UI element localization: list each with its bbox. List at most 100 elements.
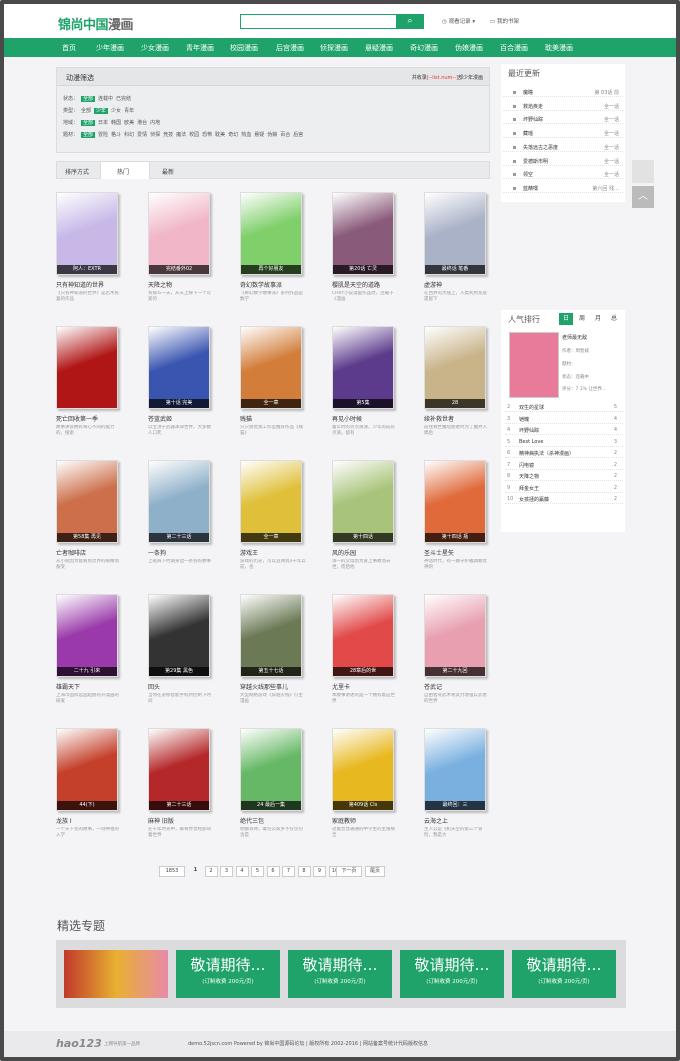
- rank-title[interactable]: 拜金女王: [519, 485, 539, 492]
- pager-page[interactable]: 2: [204, 866, 218, 877]
- filter-option[interactable]: 伪娘: [267, 132, 277, 138]
- topic-placeholder[interactable]: 敬请期待… (订制收费 200元/页): [288, 950, 392, 998]
- topic-banner[interactable]: [64, 950, 168, 998]
- comic-cover[interactable]: 第二十三话: [148, 728, 210, 811]
- filter-option[interactable]: 内地: [150, 120, 160, 126]
- comic-title[interactable]: 一条狗: [148, 548, 166, 557]
- comic-title[interactable]: 云海之上: [424, 816, 448, 825]
- comic-title[interactable]: 圣斗士星矢: [424, 548, 454, 557]
- comic-cover[interactable]: 全一章: [240, 326, 302, 409]
- comic-card[interactable]: 全一章 游戏王 游戏的历史，可以追溯到3千年以前，也: [240, 460, 306, 580]
- nav-item[interactable]: 百合漫画: [500, 43, 528, 53]
- comic-title[interactable]: 再见小时候: [332, 414, 362, 423]
- comic-card[interactable]: 死亡回收第一季 故事讲诉拥有将心不同的能力的，搜索: [56, 326, 122, 446]
- back-to-top-button[interactable]: ︿: [632, 186, 654, 208]
- comic-title[interactable]: 尤里卡: [332, 682, 350, 691]
- comic-card[interactable]: 全一章 贱猫 只只感觉我工作室推荐作品《贱猫》: [240, 326, 306, 446]
- pager-next[interactable]: 下一页: [336, 866, 362, 877]
- rank-item[interactable]: 2 双生的星球 5: [505, 401, 623, 412]
- comic-card[interactable]: 二十九 引來 雄霸天下 上海市国际远园超脱有开漫画的研发: [56, 594, 122, 714]
- rank-title[interactable]: 双生的星球: [519, 404, 544, 411]
- filter-option[interactable]: 日本: [98, 120, 108, 126]
- rank-item[interactable]: 5 Best Love 3: [505, 436, 623, 447]
- comic-title[interactable]: 雄霸天下: [56, 682, 80, 691]
- comic-card[interactable]: 最终回：三 云海之上 主人公是飞机天空的第三个冒险，我是大: [424, 728, 490, 848]
- filter-option[interactable]: 欧美: [124, 120, 134, 126]
- rank-title[interactable]: 女孩拯的赢藤: [519, 496, 549, 503]
- comic-card[interactable]: 第十四话 瓶圣斗士星矢 神话时代，有一群守护雅典娜女神的: [424, 460, 490, 580]
- comic-title[interactable]: 风的乐园: [332, 548, 356, 557]
- topic-placeholder[interactable]: 敬请期待… (订制收费 200元/页): [400, 950, 504, 998]
- rank-title[interactable]: 铠魄: [519, 416, 529, 423]
- filter-option[interactable]: 后宫: [293, 132, 303, 138]
- nav-item[interactable]: 悬疑漫画: [365, 43, 393, 53]
- update-item[interactable]: 魔瞳 第 03话 前: [503, 86, 623, 97]
- comic-cover[interactable]: 第十四话 瓶: [424, 460, 486, 543]
- comic-title[interactable]: 贱猫: [240, 414, 252, 423]
- comic-card[interactable]: 第五十七话 穿越火线那些事儿 大型网络游戏《穿越火线》衍生漫画: [240, 594, 306, 714]
- comic-card[interactable]: 第二十九回 苍武记 自由者背武术将武力增强以武者的世界: [424, 594, 490, 714]
- comic-cover[interactable]: 24 最后一集: [240, 728, 302, 811]
- comic-cover[interactable]: 第58集 再见: [56, 460, 118, 543]
- update-item[interactable]: 爱德斯市明 全一话: [503, 155, 623, 166]
- rank-item[interactable]: 10 女孩拯的赢藤 2: [505, 493, 623, 504]
- filter-option[interactable]: 恐怖: [202, 132, 212, 138]
- update-item[interactable]: 蓝精嘿 第六回 残…: [503, 182, 623, 193]
- update-name[interactable]: 领空: [523, 171, 533, 178]
- rank-item[interactable]: 9 拜金女王 2: [505, 482, 623, 493]
- rank-title[interactable]: 坏野仙踪: [519, 427, 539, 434]
- nav-item[interactable]: 校园漫画: [230, 43, 258, 53]
- comic-cover[interactable]: 第五十七话: [240, 594, 302, 677]
- watch-history-link[interactable]: ◷ 观看记录 ▾: [442, 17, 475, 25]
- comic-title[interactable]: 家庭教师: [332, 816, 356, 825]
- rank-tab[interactable]: 月: [591, 313, 605, 325]
- filter-option[interactable]: 少女: [111, 108, 121, 114]
- filter-option[interactable]: 校园: [189, 132, 199, 138]
- pager-page[interactable]: 1: [189, 866, 202, 877]
- comic-title[interactable]: 虚游神: [424, 280, 442, 289]
- comic-cover[interactable]: 28: [424, 326, 486, 409]
- comic-cover[interactable]: 再个好朋友: [240, 192, 302, 275]
- top-rank-cover[interactable]: [509, 332, 559, 398]
- update-item[interactable]: 失落远古之恶度 全一话: [503, 141, 623, 152]
- comic-title[interactable]: 麻神 旧版: [148, 816, 174, 825]
- filter-option[interactable]: 全部: [81, 108, 91, 114]
- comic-title[interactable]: 死亡回收第一季: [56, 414, 98, 423]
- my-shelf-link[interactable]: ▭ 我的书架: [490, 17, 519, 25]
- pager-page[interactable]: 8: [297, 866, 311, 877]
- rank-item[interactable]: 3 铠魄 4: [505, 413, 623, 424]
- filter-option[interactable]: 港台: [137, 120, 147, 126]
- comic-card[interactable]: 阿人：EXTR 只有神知道的世界 《只有神知道的世界》是若木民喜的作品: [56, 192, 122, 312]
- comic-card[interactable]: 28 续补救世者 前往救世魔塔使者时为了魔界人偶后: [424, 326, 490, 446]
- comic-cover[interactable]: 阿人：EXTR: [56, 192, 118, 275]
- pager-page[interactable]: 3: [220, 866, 233, 877]
- comic-cover[interactable]: 28章后的世: [332, 594, 394, 677]
- update-name[interactable]: 藏瑶: [523, 130, 533, 137]
- update-name[interactable]: 魔瞳: [523, 89, 533, 96]
- nav-item[interactable]: 奇幻漫画: [410, 43, 438, 53]
- comic-cover[interactable]: 最终回：三: [424, 728, 486, 811]
- pager-last[interactable]: 尾页: [365, 866, 385, 877]
- rank-item[interactable]: 7 闪电镜 2: [505, 459, 623, 470]
- filter-option[interactable]: 侦探: [150, 132, 160, 138]
- comic-card[interactable]: 第二十三话 一条狗 上班辞下时期身边一条狗的故事: [148, 460, 214, 580]
- comic-card[interactable]: 第5集 再见小时候 童年时的点点滴滴，少年的成长点滴，留有: [332, 326, 398, 446]
- comic-card[interactable]: 第29集 黑色 回头 当你在游移智能手机所控制下时间: [148, 594, 214, 714]
- comic-cover[interactable]: 二十九 引來: [56, 594, 118, 677]
- comic-card[interactable]: 第20话 亡灵 樱肌是天空的道路 CHRY小说漫画作品改，连载于《漫画: [332, 192, 398, 312]
- search-input[interactable]: [240, 14, 400, 29]
- comic-cover[interactable]: 第409话 Cls: [332, 728, 394, 811]
- comic-title[interactable]: 龙族 Ⅰ: [56, 816, 72, 825]
- filter-option[interactable]: 全部: [81, 132, 96, 138]
- comic-title[interactable]: 樱肌是天空的道路: [332, 280, 380, 289]
- rank-title[interactable]: 天降之物: [519, 473, 539, 480]
- comic-card[interactable]: 完结番外02 天降之物 有那么一天，从天上掉下一个可爱的: [148, 192, 214, 312]
- filter-option[interactable]: 百合: [280, 132, 290, 138]
- rank-item[interactable]: 8 天降之物 2: [505, 470, 623, 481]
- comic-cover[interactable]: 第十四话: [332, 460, 394, 543]
- nav-item[interactable]: 少年漫画: [96, 43, 124, 53]
- rank-title[interactable]: 精神病执法（杀神漫画）: [519, 450, 574, 457]
- nav-item[interactable]: 首页: [62, 43, 76, 53]
- comic-cover[interactable]: 全一章: [240, 460, 302, 543]
- filter-option[interactable]: 韩国: [111, 120, 121, 126]
